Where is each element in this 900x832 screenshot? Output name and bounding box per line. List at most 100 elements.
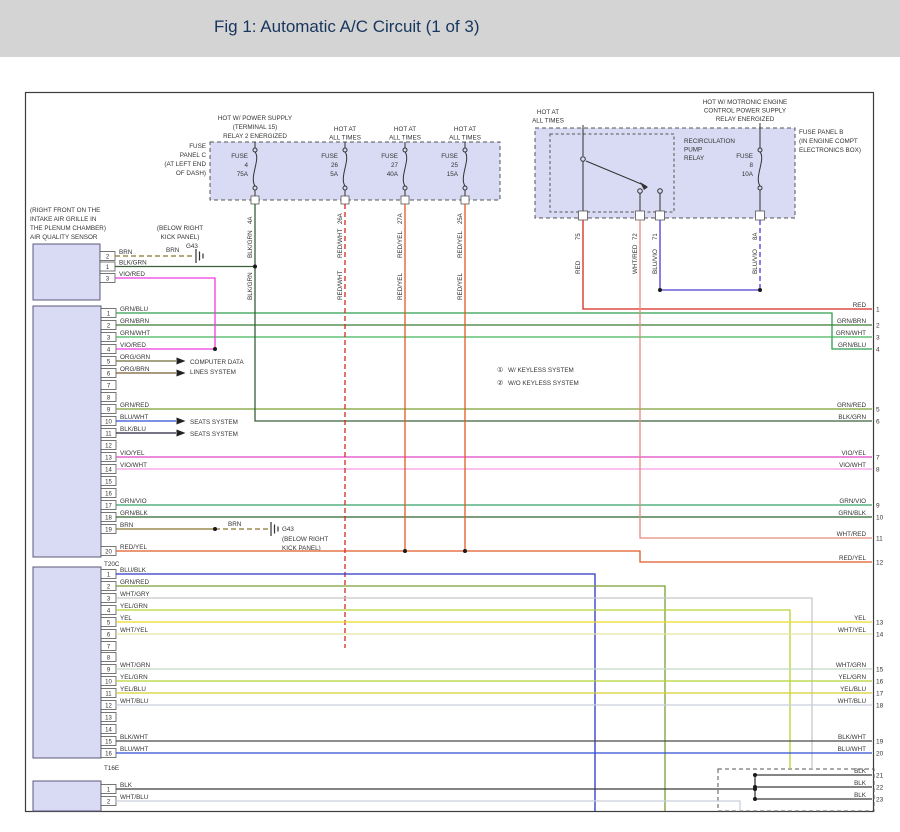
wire-label: RED/YEL bbox=[120, 544, 147, 551]
wire-label: RED/YEL bbox=[397, 231, 404, 258]
wire-label: GRN/BLU bbox=[120, 306, 148, 313]
right-pin-number: 20 bbox=[876, 751, 884, 758]
wire-label: WHT/BLU bbox=[120, 794, 149, 801]
wire-label: BLU/WHT bbox=[120, 414, 148, 421]
wire-label: RED/WHT bbox=[337, 270, 344, 300]
junction-dot bbox=[213, 347, 217, 351]
right-pin-number: 13 bbox=[876, 620, 884, 627]
wire-label: BLU/VIO bbox=[652, 249, 659, 274]
pin-label: 8A bbox=[753, 233, 759, 240]
pin-number: 14 bbox=[105, 467, 112, 473]
right-pin-number: 19 bbox=[876, 739, 884, 746]
pin-number: 12 bbox=[105, 443, 112, 449]
sensor-location-label: THE PLENUM CHAMBER) bbox=[30, 225, 106, 232]
wire-label: BLK/GRN bbox=[247, 230, 254, 258]
ground-location-label: KICK PANEL) bbox=[161, 234, 200, 241]
hot-at-all-times-label: ALL TIMES bbox=[532, 118, 564, 125]
sensor-location-label: INTAKE AIR GRILLE IN bbox=[30, 216, 97, 223]
wire-label: RED/YEL bbox=[839, 555, 866, 562]
wire-label: WHT/YEL bbox=[838, 627, 866, 634]
wire-label: VIO/RED bbox=[120, 342, 146, 349]
right-pin-number: 14 bbox=[876, 632, 884, 639]
right-pin-number: 12 bbox=[876, 560, 884, 567]
fuse-amperage: 10A bbox=[742, 171, 754, 178]
wire-label: GRN/WHT bbox=[120, 330, 150, 337]
wire-label: YEL/GRN bbox=[120, 603, 148, 610]
power-supply-label: HOT W/ POWER SUPPLY bbox=[218, 115, 293, 122]
wire-label: RED/WHT bbox=[337, 228, 344, 258]
wire-label: GRN/BLU bbox=[838, 342, 866, 349]
right-pin-number: 23 bbox=[876, 797, 884, 804]
pin-number: 15 bbox=[105, 479, 112, 485]
wire-label: VIO/YEL bbox=[842, 450, 867, 457]
pin-box bbox=[656, 211, 665, 220]
wire-label: RED/YEL bbox=[457, 231, 464, 258]
connector-t20c-box bbox=[33, 306, 101, 557]
pin-box bbox=[341, 196, 349, 204]
pin-number: 16 bbox=[105, 751, 112, 757]
pin-number: 10 bbox=[105, 679, 112, 685]
pin-label: 75 bbox=[576, 233, 582, 240]
pin-number: 11 bbox=[105, 431, 112, 437]
wire-label: YEL/BLU bbox=[120, 686, 146, 693]
ground-name: G43 bbox=[282, 526, 294, 533]
wire-label: BLK/GRN bbox=[119, 260, 147, 267]
fuse-panel-b-label: ELECTRONICS BOX) bbox=[799, 147, 861, 154]
wire-label: BLK bbox=[854, 780, 867, 787]
wire-label: BLK/BLU bbox=[120, 426, 146, 433]
connector-bottom-box bbox=[33, 781, 101, 811]
wire-label: YEL/GRN bbox=[120, 674, 148, 681]
junction-dot bbox=[253, 265, 257, 269]
fuse-number: 27 bbox=[391, 162, 399, 169]
wire-label: VIO/YEL bbox=[120, 450, 145, 457]
system-label: LINES SYSTEM bbox=[190, 369, 236, 376]
wire-label: BLU/WHT bbox=[120, 746, 148, 753]
pin-box bbox=[636, 211, 645, 220]
system-label: SEATS SYSTEM bbox=[190, 431, 238, 438]
wire-label: BRN bbox=[166, 247, 180, 254]
junction-dot bbox=[753, 787, 757, 791]
wire-label: BRN bbox=[120, 522, 134, 529]
hot-at-all-times-label: HOT AT bbox=[454, 126, 476, 133]
ground-location-label: (BELOW RIGHT bbox=[157, 225, 203, 232]
pin-number: 12 bbox=[105, 703, 112, 709]
wire-label: WHT/RED bbox=[632, 244, 639, 274]
fuse-panel-b-label: FUSE PANEL B bbox=[799, 129, 843, 136]
wire-label: GRN/RED bbox=[120, 402, 149, 409]
right-pin-number: 11 bbox=[876, 536, 883, 543]
wire-label: BRN bbox=[119, 249, 133, 256]
wire-label: RED bbox=[853, 302, 867, 309]
pin-label: 72 bbox=[633, 233, 639, 240]
right-pin-number: 4 bbox=[876, 347, 880, 354]
wire-label: RED/YEL bbox=[457, 273, 464, 300]
right-pin-number: 10 bbox=[876, 515, 884, 522]
recirc-relay-label: RELAY bbox=[684, 155, 705, 162]
fuse-number: 8 bbox=[749, 162, 753, 169]
right-pin-number: 15 bbox=[876, 667, 884, 674]
junction-dot bbox=[753, 797, 757, 801]
hot-at-all-times-label: ALL TIMES bbox=[329, 135, 361, 142]
connector-t16e-box bbox=[33, 567, 101, 758]
fuse-number: 26 bbox=[331, 162, 339, 169]
pin-number: 14 bbox=[105, 727, 112, 733]
fuse-number: 4 bbox=[244, 162, 248, 169]
system-label: SEATS SYSTEM bbox=[190, 419, 238, 426]
wire-label: BLK bbox=[854, 768, 867, 775]
wire-label: BLK/GRN bbox=[838, 414, 866, 421]
right-pin-number: 22 bbox=[876, 785, 884, 792]
wire-label: GRN/BRN bbox=[120, 318, 149, 325]
power-supply-label: RELAY 2 ENERGIZED bbox=[223, 133, 287, 140]
hot-at-all-times-label: HOT AT bbox=[394, 126, 416, 133]
junction-dot bbox=[463, 549, 467, 553]
right-pin-number: 7 bbox=[876, 455, 880, 462]
fuse-number: 25 bbox=[451, 162, 459, 169]
right-pin-number: 17 bbox=[876, 691, 884, 698]
junction-dot bbox=[758, 288, 762, 292]
connector-id: T16E bbox=[104, 765, 119, 772]
fuse-label: FUSE bbox=[441, 153, 458, 160]
sensor-location-label: (RIGHT FRONT ON THE bbox=[30, 207, 100, 214]
air-quality-sensor-box bbox=[33, 244, 100, 300]
wire-label: BLK bbox=[120, 782, 133, 789]
wire-label: GRN/VIO bbox=[839, 498, 866, 505]
wire-label: WHT/YEL bbox=[120, 627, 148, 634]
